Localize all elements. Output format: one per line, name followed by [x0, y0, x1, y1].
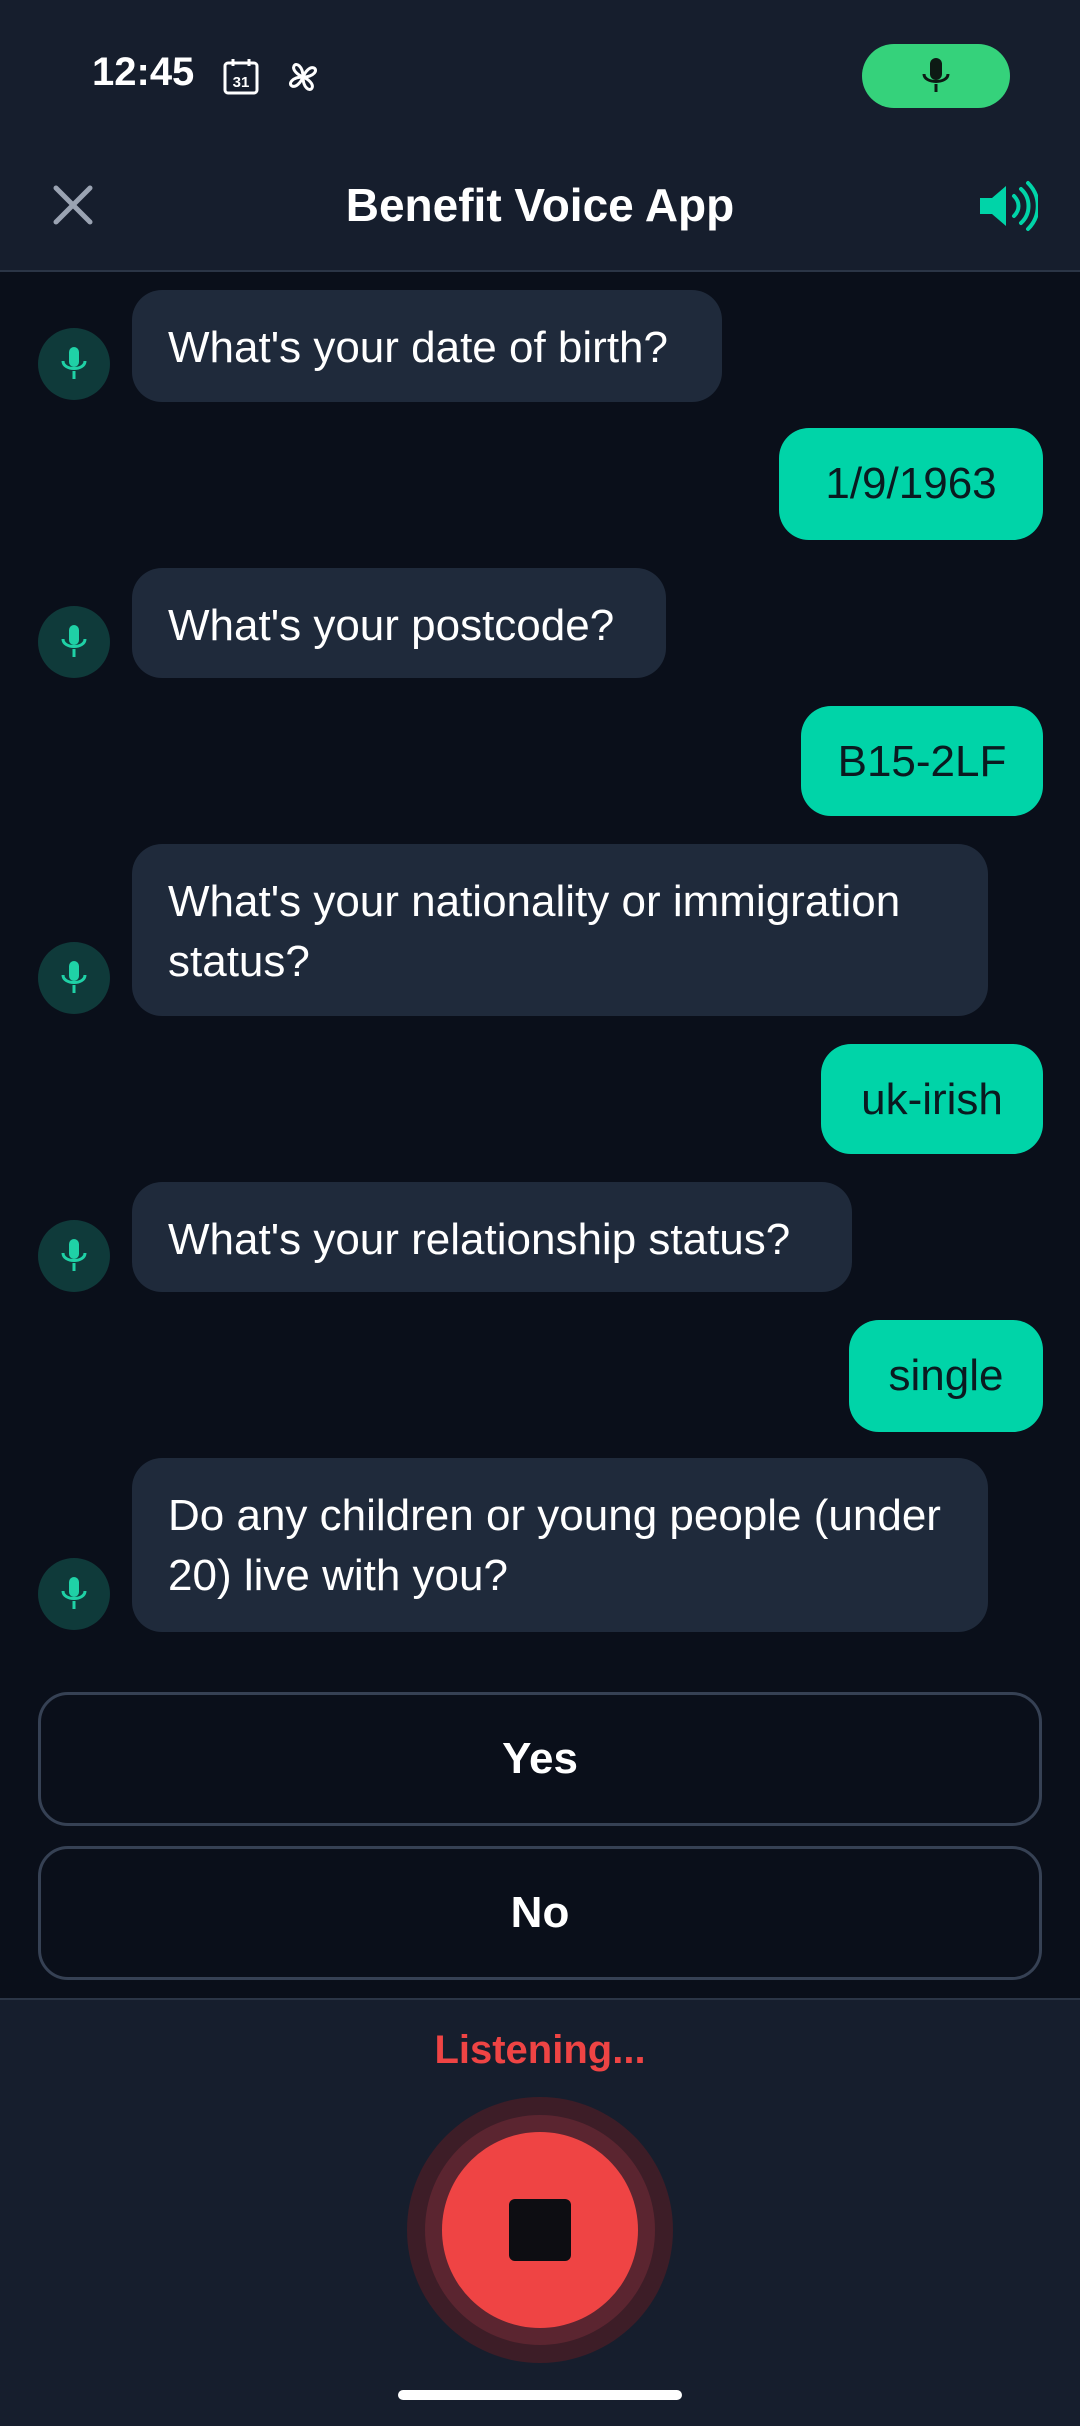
calendar-icon: 31: [223, 59, 259, 95]
bot-message: What's your relationship status?: [132, 1182, 852, 1292]
calendar-day: 31: [233, 74, 250, 91]
bot-message: What's your postcode?: [132, 568, 666, 678]
bot-message: What's your nationality or immigration s…: [132, 844, 988, 1016]
user-message: 1/9/1963: [779, 428, 1043, 540]
mic-icon: [61, 961, 87, 993]
home-indicator[interactable]: [398, 2390, 682, 2400]
speaker-icon[interactable]: [978, 178, 1038, 234]
bot-message: Do any children or young people (under 2…: [132, 1458, 988, 1632]
bot-message: What's your date of birth?: [132, 290, 722, 402]
bot-avatar: [38, 942, 110, 1014]
option-no-button[interactable]: No: [38, 1846, 1042, 1980]
user-message: uk-irish: [821, 1044, 1043, 1154]
status-time: 12:45: [92, 50, 195, 94]
mic-pill[interactable]: [862, 44, 1010, 108]
stop-recording-button[interactable]: [442, 2132, 638, 2328]
page-title: Benefit Voice App: [345, 179, 735, 231]
mic-icon: [61, 625, 87, 657]
bot-avatar: [38, 328, 110, 400]
mic-icon: [61, 347, 87, 379]
user-message: single: [849, 1320, 1043, 1432]
mic-icon: [61, 1577, 87, 1609]
stop-icon: [509, 2199, 571, 2261]
user-message: B15-2LF: [801, 706, 1043, 816]
bot-avatar: [38, 1220, 110, 1292]
mic-icon: [922, 58, 950, 92]
bot-avatar: [38, 1558, 110, 1630]
fan-icon: [289, 63, 317, 91]
option-yes-button[interactable]: Yes: [38, 1692, 1042, 1826]
mic-icon: [61, 1239, 87, 1271]
listening-status: Listening...: [434, 2028, 646, 2072]
bot-avatar: [38, 606, 110, 678]
